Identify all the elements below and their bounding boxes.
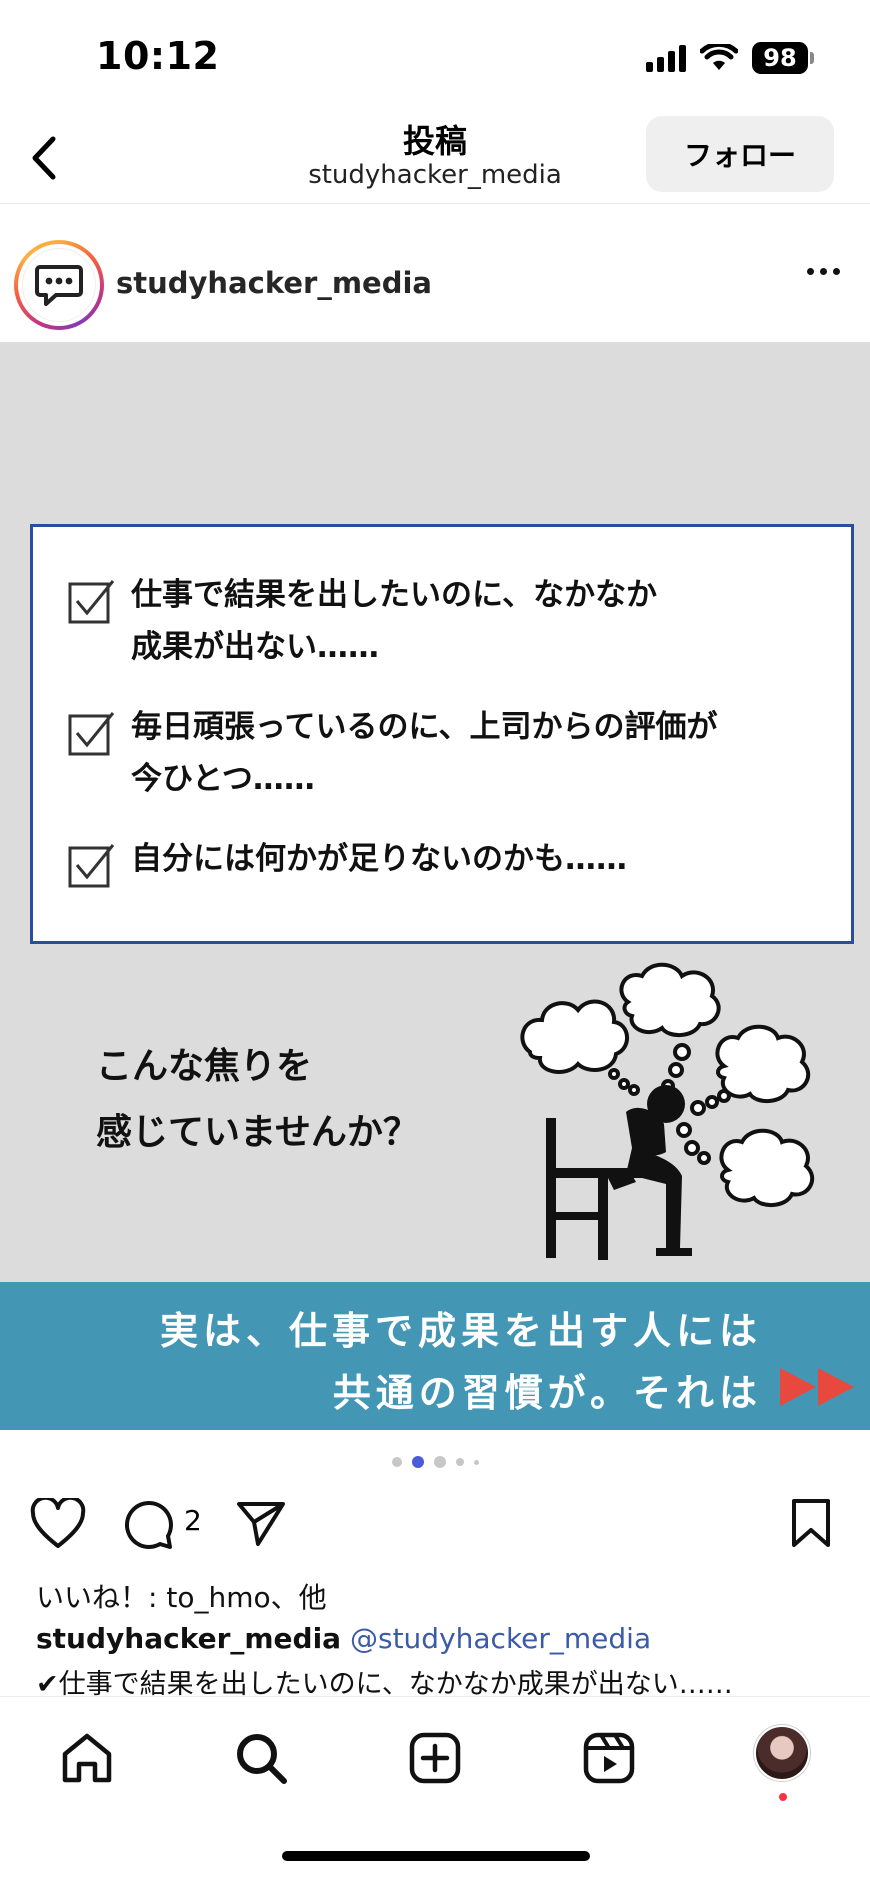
question-line1: こんな焦りを — [96, 1046, 313, 1087]
comment-icon[interactable] — [122, 1498, 174, 1550]
send-icon[interactable] — [236, 1498, 286, 1548]
status-bar: 10:12 98 — [0, 0, 870, 110]
status-time: 10:12 — [96, 34, 220, 78]
banner-line2: 共通の習慣が。それは — [332, 1371, 762, 1415]
tab-create[interactable] — [404, 1727, 466, 1789]
checklist-item-line1: 自分には何かが足りないのかも…… — [131, 841, 627, 877]
checklist-item: 仕事で結果を出したいのに、なかなか 成果が出ない…… — [67, 569, 831, 673]
home-icon — [62, 1733, 112, 1783]
checklist-item: 自分には何かが足りないのかも…… — [67, 833, 831, 889]
question-line2: 感じていませんか？ — [96, 1112, 419, 1153]
author-username[interactable]: studyhacker_media — [116, 266, 432, 300]
caption-header: studyhacker_media @studyhacker_media — [36, 1622, 651, 1655]
wifi-icon — [700, 44, 738, 70]
more-options-button[interactable] — [807, 268, 840, 275]
post-author-row: studyhacker_media — [0, 206, 870, 342]
checklist-item: 毎日頑張っているのに、上司からの評価が 今ひとつ…… — [67, 701, 831, 805]
plus-square-icon — [409, 1732, 461, 1784]
cellular-signal-icon — [646, 44, 686, 72]
chat-bubble-logo-icon — [35, 265, 83, 306]
checklist-item-line1: 毎日頑張っているのに、上司からの評価が — [131, 709, 718, 745]
comment-count: 2 — [184, 1504, 202, 1537]
battery-icon: 98 — [752, 42, 814, 74]
checklist-item-line2: 今ひとつ…… — [131, 761, 315, 797]
caption-username[interactable]: studyhacker_media — [36, 1622, 341, 1655]
search-icon — [237, 1734, 287, 1784]
caption-mention[interactable]: @studyhacker_media — [350, 1622, 651, 1655]
checkbox-checked-icon — [68, 580, 115, 624]
question-text: こんな焦りを 感じていませんか？ — [96, 1034, 419, 1166]
reels-icon — [583, 1732, 635, 1784]
battery-level: 98 — [752, 42, 808, 74]
post-header-bar: 投稿 studyhacker_media フォロー — [0, 110, 870, 204]
author-avatar[interactable] — [14, 240, 104, 330]
tab-search[interactable] — [230, 1727, 292, 1789]
status-indicators: 98 — [646, 42, 814, 74]
checklist-item-line2: 成果が出ない…… — [131, 629, 379, 665]
bottom-banner: 実は、仕事で成果を出す人には 共通の習慣が。それは — [0, 1282, 870, 1430]
tab-reels[interactable] — [578, 1727, 640, 1789]
post-image[interactable]: 仕事で結果を出したいのに、なかなか 成果が出ない…… 毎日頑張っているのに、上司… — [0, 342, 870, 1430]
checklist-item-line1: 仕事で結果を出したいのに、なかなか — [131, 577, 658, 613]
tab-home[interactable] — [56, 1727, 118, 1789]
checkbox-checked-icon — [68, 712, 115, 756]
worried-person-illustration — [520, 962, 814, 1260]
notification-dot — [779, 1793, 787, 1801]
home-indicator — [282, 1851, 590, 1861]
follow-button[interactable]: フォロー — [646, 116, 834, 192]
checklist-box: 仕事で結果を出したいのに、なかなか 成果が出ない…… 毎日頑張っているのに、上司… — [30, 524, 854, 944]
carousel-indicator — [0, 1456, 870, 1468]
heart-icon[interactable] — [30, 1498, 86, 1550]
likes-text[interactable]: いいね！: to_hmo、他 — [36, 1576, 327, 1616]
checkbox-checked-icon — [68, 844, 115, 888]
post-actions: 2 — [0, 1490, 870, 1556]
double-arrow-right-icon — [780, 1368, 854, 1406]
banner-line1: 実は、仕事で成果を出す人には — [159, 1309, 762, 1353]
tab-profile-avatar[interactable] — [754, 1725, 810, 1781]
bookmark-icon[interactable] — [790, 1498, 832, 1548]
